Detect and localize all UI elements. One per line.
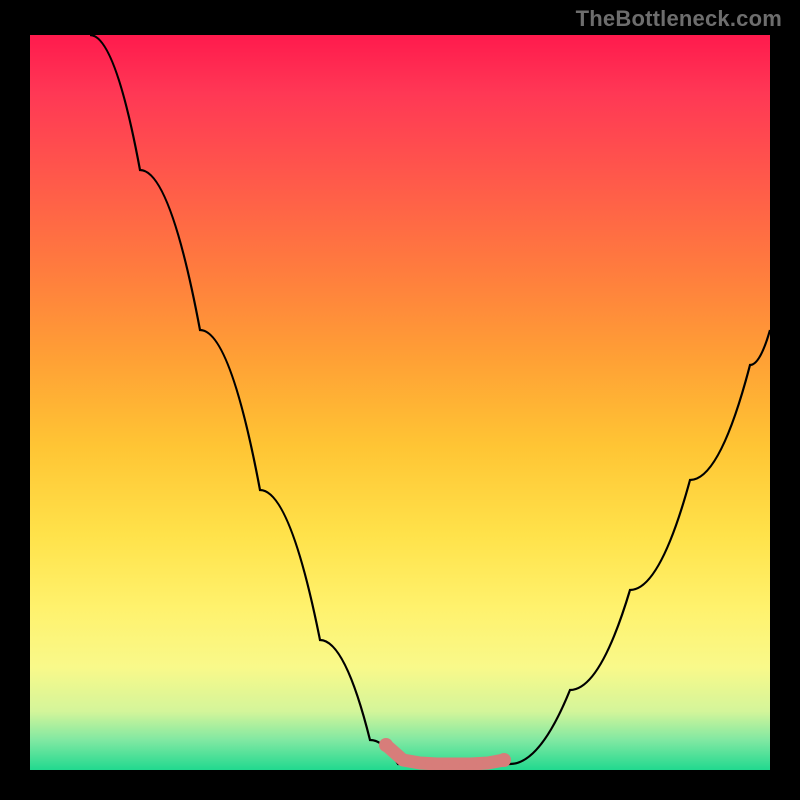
bottleneck-curve — [90, 35, 770, 764]
curve-layer — [30, 35, 770, 770]
watermark-text: TheBottleneck.com — [576, 6, 782, 32]
optimal-marker — [465, 758, 477, 770]
optimal-marker — [397, 754, 409, 766]
optimal-marker — [414, 757, 426, 769]
optimal-marker — [379, 738, 393, 752]
optimal-marker — [482, 757, 494, 769]
heatmap-background — [30, 35, 770, 770]
optimal-marker — [497, 753, 511, 767]
chart-frame: TheBottleneck.com — [0, 0, 800, 800]
optimal-marker — [448, 758, 460, 770]
optimal-marker — [431, 758, 443, 770]
optimal-markers — [379, 738, 511, 770]
